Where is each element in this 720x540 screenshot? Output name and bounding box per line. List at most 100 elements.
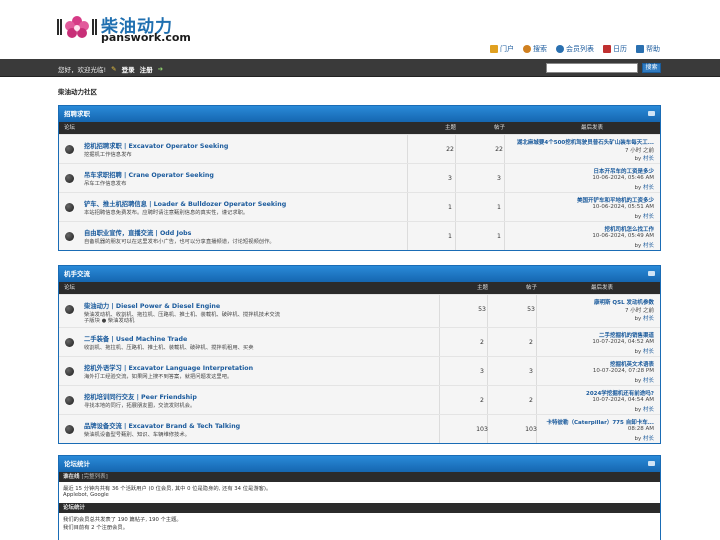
members-icon xyxy=(556,45,564,53)
breadcrumb[interactable]: 柴油动力社区 xyxy=(58,86,97,96)
last-post-author: by 村长 xyxy=(634,349,654,355)
forum-description: 海外打工经验交流，如果网上搜不到答案，就把问题发这里吧。 xyxy=(84,374,233,380)
forum-title-link[interactable]: 品牌设备交流 | Excavator Brand & Tech Talking xyxy=(84,421,240,430)
forum-status-icon xyxy=(65,174,74,183)
forum-status-icon xyxy=(65,305,74,314)
column-header: 论坛 主题 帖子 最后发表 xyxy=(59,282,660,294)
last-post-link[interactable]: 日本开吊车的工资是多少 xyxy=(593,167,654,175)
author-link[interactable]: 村长 xyxy=(643,378,654,384)
last-post-author: by 村长 xyxy=(634,316,654,322)
last-post-date: 10-06-2024, 05:46 AM xyxy=(592,175,654,181)
logo-english-name: panswork.com xyxy=(101,31,191,44)
author-link[interactable]: 村长 xyxy=(643,214,654,220)
toplink-portal[interactable]: 门户 xyxy=(490,44,514,54)
column-header: 论坛 主题 帖子 最后发表 xyxy=(59,122,660,134)
welcome-area: 您好，欢迎光临! ✎ 登录 注册 ➜ xyxy=(58,64,163,74)
forum-row: 品牌设备交流 | Excavator Brand & Tech Talking 柴… xyxy=(59,414,660,443)
forum-description: 挖掘机工作信息发布 xyxy=(84,152,132,158)
search-input[interactable] xyxy=(546,63,638,73)
forum-row: 二手装备 | Used Machine Trade 收割机、拖拉机、压路机、推土机… xyxy=(59,327,660,356)
forum-row: 吊车求职招聘 | Crane Operator Seeking 吊车工作信息发布 3… xyxy=(59,163,660,192)
login-link[interactable]: 登录 xyxy=(122,64,135,74)
post-count: 3 xyxy=(497,175,501,182)
topic-count: 3 xyxy=(448,175,452,182)
last-post-author: by 村长 xyxy=(634,243,654,249)
last-post-link[interactable]: 康明斯 QSL 发动机参数 xyxy=(594,298,654,306)
last-post-link[interactable]: 湖北麻城要4个500挖机驾驶员普石头矿山装车每天工... xyxy=(517,138,654,146)
forum-description: 本站招聘信息免费发布。应聘时请注意甄别信息的真实性，谨记求职。 xyxy=(84,210,249,216)
search-button[interactable]: 搜索 xyxy=(642,63,661,73)
author-link[interactable]: 村长 xyxy=(643,349,654,355)
column-divider xyxy=(439,386,440,414)
forum-row: 挖机培训同行交友 | Peer Friendship 寻找本地的同行，拓展朋友圈，… xyxy=(59,385,660,414)
last-post-author: by 村长 xyxy=(634,185,654,191)
forum-title-link[interactable]: 铲车、推土机招聘信息 | Loader & Bulldozer Operator… xyxy=(84,199,286,208)
last-post-link[interactable]: 挖机司机怎么找工作 xyxy=(604,225,654,233)
category-jobs: 招聘求职 论坛 主题 帖子 最后发表 挖机招聘求职 | Excavator Op… xyxy=(58,105,661,251)
toplink-help[interactable]: 帮助 xyxy=(636,44,660,54)
last-post-link[interactable]: 美国开铲车和平地机的工资多少 xyxy=(577,196,654,204)
forum-title-link[interactable]: 挖机培训同行交友 | Peer Friendship xyxy=(84,392,197,401)
last-post-link[interactable]: 挖掘机英文术语表 xyxy=(610,360,654,368)
forum-title-link[interactable]: 自由职业宣传，直播交流 | Odd Jobs xyxy=(84,228,191,237)
full-list-link[interactable]: [完整列表] xyxy=(81,474,107,480)
category-header[interactable]: 招聘求职 xyxy=(59,106,660,122)
online-title[interactable]: 谁在线 xyxy=(63,474,80,480)
last-post-date: 10-07-2024, 04:52 AM xyxy=(592,339,654,345)
stats-line-2: 我们目前有 2 个注册会员。 xyxy=(63,525,129,531)
column-divider xyxy=(407,193,408,221)
last-post-date: 7 小时 之前 xyxy=(625,148,654,154)
toplink-members[interactable]: 会员列表 xyxy=(556,44,594,54)
online-users-line: 最近 15 分钟内共有 36 个活跃用户 (0 位会员, 其中 0 位是隐身的,… xyxy=(63,486,272,492)
last-post-date: 10-06-2024, 05:51 AM xyxy=(592,204,654,210)
last-post-link[interactable]: 2024学挖掘机还有前途吗? xyxy=(586,389,654,397)
forum-stats-subheader: 论坛统计 xyxy=(59,503,660,513)
subforum-link[interactable]: 子版块 ● 柴油发动机 xyxy=(84,316,134,324)
last-post-date: 10-07-2024, 07:28 PM xyxy=(592,368,654,374)
last-post-date: 7 小时 之前 xyxy=(625,308,654,314)
stats-line-1: 我们的会员总共发表了 190 篇帖子, 190 个主题。 xyxy=(63,517,182,523)
author-link[interactable]: 村长 xyxy=(643,185,654,191)
collapse-icon[interactable] xyxy=(648,461,655,466)
forum-title-link[interactable]: 吊车求职招聘 | Crane Operator Seeking xyxy=(84,170,214,179)
calendar-icon xyxy=(603,45,611,53)
forum-status-icon xyxy=(65,338,74,347)
collapse-icon[interactable] xyxy=(648,271,655,276)
forum-title-link[interactable]: 挖机招聘求职 | Excavator Operator Seeking xyxy=(84,141,228,150)
category-title[interactable]: 招聘求职 xyxy=(64,110,90,118)
online-bots-line: Applebot, Google xyxy=(63,492,109,498)
col-topics: 主题 xyxy=(477,285,489,291)
last-post-author: by 村长 xyxy=(634,436,654,442)
author-link[interactable]: 村长 xyxy=(643,156,654,162)
forum-description: 柴油机设备型号甄别、知识、车辆维修技术。 xyxy=(84,432,190,438)
forum-title-link[interactable]: 二手装备 | Used Machine Trade xyxy=(84,334,187,343)
post-count: 103 xyxy=(525,426,537,433)
author-link[interactable]: 村长 xyxy=(643,436,654,442)
last-post-link[interactable]: 二手挖掘机的销售渠道 xyxy=(599,331,654,339)
collapse-icon[interactable] xyxy=(648,111,655,116)
author-link[interactable]: 村长 xyxy=(643,316,654,322)
category-title[interactable]: 机手交流 xyxy=(64,270,90,278)
last-post-author: by 村长 xyxy=(634,156,654,162)
last-post-author: by 村长 xyxy=(634,378,654,384)
last-post-link[interactable]: 卡特彼勒（Caterpillar）775 自卸卡车... xyxy=(546,418,654,426)
post-count: 2 xyxy=(529,339,533,346)
flower-logo-icon xyxy=(57,16,97,38)
toplink-search[interactable]: 搜索 xyxy=(523,44,547,54)
forum-stats: 论坛统计 谁在线 [完整列表] 最近 15 分钟内共有 36 个活跃用户 (0 … xyxy=(58,455,661,540)
author-link[interactable]: 村长 xyxy=(643,407,654,413)
post-count: 1 xyxy=(497,233,501,240)
forum-status-icon xyxy=(65,367,74,376)
col-last-post: 最后发表 xyxy=(591,285,614,291)
site-logo[interactable]: 柴油动力 panswork.com xyxy=(57,12,192,46)
topic-count: 3 xyxy=(480,368,484,375)
forum-row: 柴油动力 | Diesel Power & Diesel Engine 柴油发动机… xyxy=(59,294,660,327)
toplink-calendar[interactable]: 日历 xyxy=(603,44,627,54)
forum-row: 挖机外语学习 | Excavator Language Interpretati… xyxy=(59,356,660,385)
forum-title-link[interactable]: 挖机外语学习 | Excavator Language Interpretati… xyxy=(84,363,253,372)
forum-title-link[interactable]: 柴油动力 | Diesel Power & Diesel Engine xyxy=(84,301,220,310)
last-post-date: 10-07-2024, 04:54 AM xyxy=(592,397,654,403)
register-link[interactable]: 注册 xyxy=(140,64,153,74)
category-header[interactable]: 机手交流 xyxy=(59,266,660,282)
author-link[interactable]: 村长 xyxy=(643,243,654,249)
